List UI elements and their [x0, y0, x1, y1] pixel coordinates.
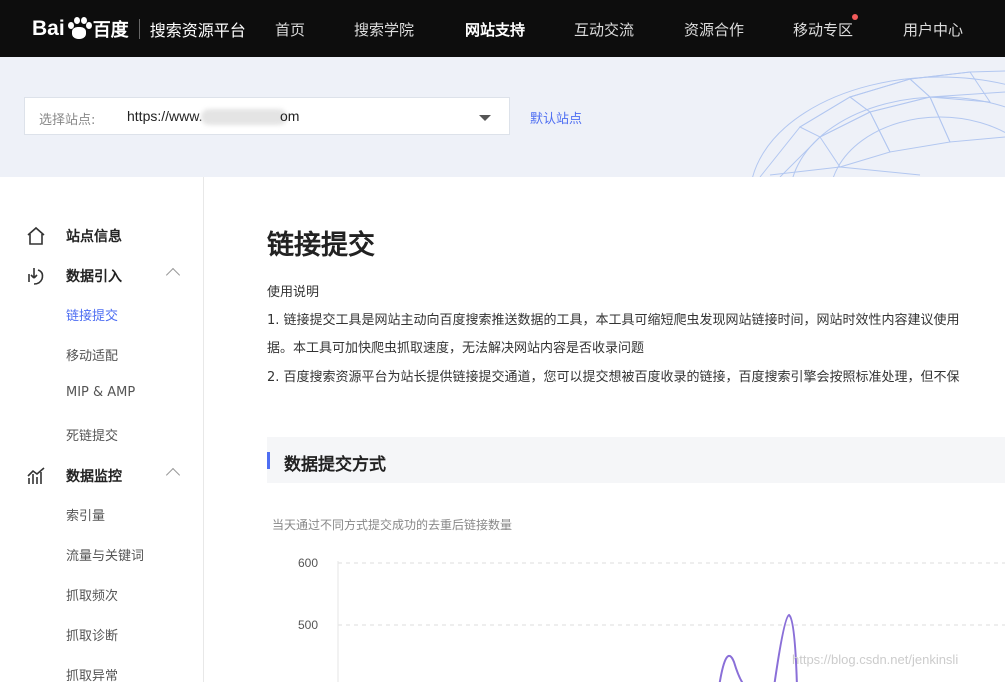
sidebar-group-data-monitor[interactable]: 数据监控 [0, 456, 203, 496]
sidebar-item-mip-amp[interactable]: MIP & AMP [66, 385, 135, 400]
paw-icon [66, 17, 92, 41]
sidebar-label: 数据引入 [66, 269, 122, 285]
usage-line-1a: 1. 链接提交工具是网站主动向百度搜索推送数据的工具，本工具可缩短爬虫发现网站链… [267, 313, 960, 328]
baidu-logo[interactable]: Bai 百度 搜索资源平台 [32, 11, 246, 47]
section-accent-bar [267, 452, 270, 469]
globe-decoration-icon [752, 70, 1005, 177]
chevron-up-icon[interactable] [165, 467, 181, 483]
nav-home[interactable]: 首页 [275, 0, 305, 57]
notification-dot [852, 14, 859, 20]
y-tick-600: 600 [298, 556, 318, 570]
sidebar-label: 站点信息 [66, 229, 122, 245]
sidebar-item-mobile-adapt[interactable]: 移动适配 [66, 345, 118, 364]
sidebar-item-traffic[interactable]: 流量与关键词 [66, 545, 144, 564]
logo-divider [138, 19, 140, 39]
nav-interaction[interactable]: 互动交流 [574, 0, 634, 57]
chart-monitor-icon [27, 467, 45, 484]
nav-site-support[interactable]: 网站支持 [465, 0, 525, 57]
sidebar-item-site-info[interactable]: 站点信息 [0, 216, 203, 256]
y-tick-500: 500 [298, 618, 318, 632]
sidebar-item-dead-link[interactable]: 死链提交 [66, 425, 118, 444]
home-icon [27, 226, 45, 245]
logo-brand: Bai [32, 17, 65, 40]
sidebar-item-index[interactable]: 索引量 [66, 505, 105, 524]
platform-name: 搜索资源平台 [149, 21, 246, 40]
page-title: 链接提交 [267, 230, 375, 261]
nav-resources[interactable]: 资源合作 [684, 0, 744, 57]
usage-line-2: 2. 百度搜索资源平台为站长提供链接提交通道，您可以提交想被百度收录的链接，百度… [267, 370, 960, 385]
default-site-link[interactable]: 默认站点 [530, 108, 582, 127]
nav-academy[interactable]: 搜索学院 [354, 0, 414, 57]
sidebar-item-link-submit[interactable]: 链接提交 [66, 305, 118, 324]
logo-brand-cn: 百度 [92, 20, 129, 40]
site-select-label: 选择站点: [39, 113, 96, 128]
site-select-dropdown[interactable]: 选择站点: https://www. om [24, 97, 510, 135]
sidebar: 站点信息 数据引入 链接提交 移动适配 MIP & AMP 死链提交 数据监控 … [0, 177, 204, 684]
chevron-up-icon[interactable] [165, 267, 181, 283]
nav-mobile[interactable]: 移动专区 [793, 0, 859, 57]
watermark-text: https://blog.csdn.net/jenkinsli [792, 652, 959, 667]
main-content: 链接提交 使用说明 1. 链接提交工具是网站主动向百度搜索推送数据的工具，本工具… [204, 177, 1005, 682]
sidebar-group-data-import[interactable]: 数据引入 [0, 256, 203, 296]
section-header: 数据提交方式 [267, 437, 1005, 483]
site-select-bar: 选择站点: https://www. om 默认站点 [0, 57, 1005, 177]
sidebar-item-crawl-diag[interactable]: 抓取诊断 [66, 625, 118, 644]
site-url-prefix: https://www. [127, 108, 203, 124]
section-title: 数据提交方式 [284, 455, 386, 475]
sidebar-item-crawl-freq[interactable]: 抓取频次 [66, 585, 118, 604]
sidebar-label: 数据监控 [66, 469, 122, 485]
usage-line-1b: 据。本工具可加快爬虫抓取速度，无法解决网站内容是否收录问题 [267, 341, 645, 356]
sidebar-item-crawl-error[interactable]: 抓取异常 [66, 665, 118, 684]
redacted-domain [201, 109, 287, 125]
top-nav-bar: Bai 百度 搜索资源平台 首页 搜索学院 网站支持 互动交流 资源合作 移动专… [0, 0, 1005, 57]
site-url-suffix: om [280, 108, 300, 124]
caret-down-icon[interactable] [479, 115, 491, 121]
data-import-icon [28, 268, 44, 285]
nav-mobile-label: 移动专区 [793, 21, 854, 39]
chart-caption: 当天通过不同方式提交成功的去重后链接数量 [272, 518, 513, 532]
usage-title: 使用说明 [267, 285, 320, 300]
nav-user-center[interactable]: 用户中心 [903, 0, 963, 57]
